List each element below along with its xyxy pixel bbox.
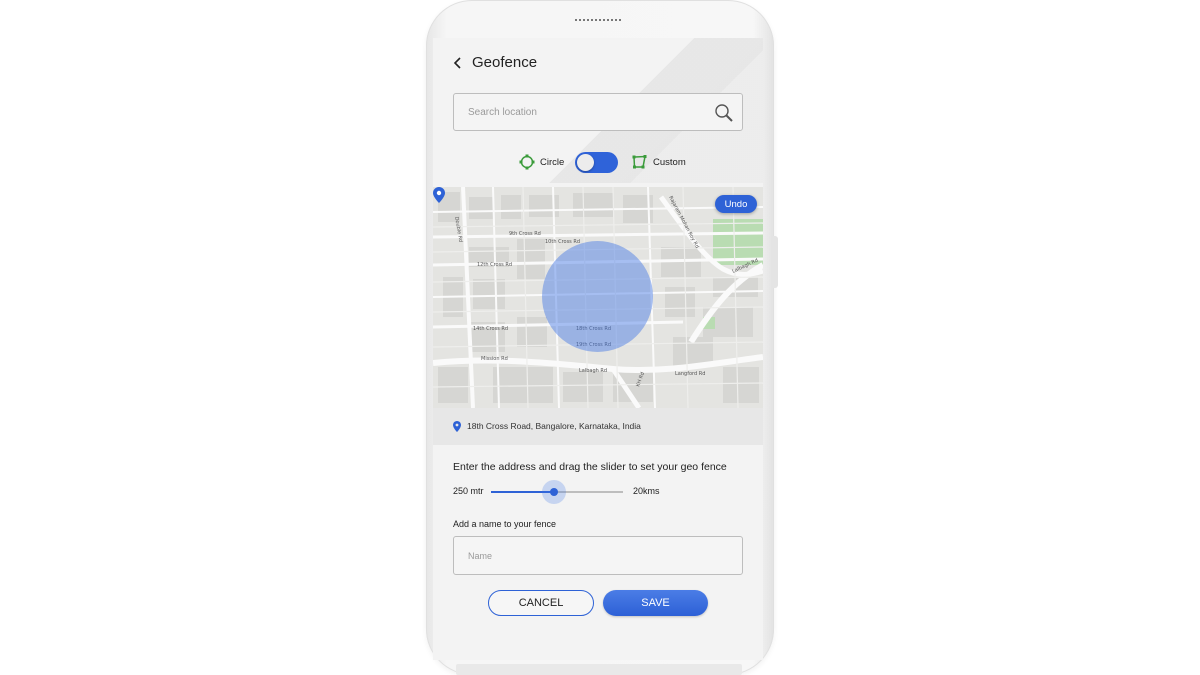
app-header: Geofence [433, 50, 763, 76]
polygon-icon[interactable] [632, 155, 647, 169]
address-bar: 18th Cross Road, Bangalore, Karnataka, I… [433, 408, 763, 445]
custom-option-label[interactable]: Custom [653, 157, 686, 168]
street-label: Mission Rd [481, 356, 508, 362]
street-label: Lalbagh Rd [579, 368, 607, 374]
toggle-knob[interactable] [577, 154, 594, 171]
street-label: 14th Cross Rd [473, 326, 508, 332]
geofence-screen: Geofence Circle Custom [433, 38, 763, 660]
radius-max-label: 20kms [633, 486, 660, 496]
radius-instruction: Enter the address and drag the slider to… [453, 461, 727, 473]
shape-selector: Circle Custom [433, 152, 763, 174]
map-view[interactable]: 9th Cross Rd 10th Cross Rd 12th Cross Rd… [433, 187, 763, 408]
map-pin-icon[interactable] [433, 187, 445, 203]
search-input[interactable] [468, 103, 688, 121]
street-label: Langford Rd [675, 371, 705, 377]
shape-toggle[interactable] [575, 152, 618, 173]
selected-address: 18th Cross Road, Bangalore, Karnataka, I… [467, 421, 641, 431]
phone-side-button [772, 236, 778, 288]
location-pin-icon [453, 421, 461, 432]
search-icon[interactable] [714, 103, 734, 123]
radius-min-label: 250 mtr [453, 486, 484, 496]
save-button[interactable]: SAVE [603, 590, 708, 616]
fence-name-field[interactable] [453, 536, 743, 575]
page-title: Geofence [472, 54, 538, 71]
undo-button[interactable]: Undo [715, 195, 757, 213]
phone-speaker [575, 19, 621, 22]
street-label: 10th Cross Rd [545, 239, 580, 245]
geofence-circle[interactable] [542, 241, 653, 352]
fence-name-label: Add a name to your fence [453, 519, 557, 529]
phone-bottom-edge [456, 664, 742, 675]
search-box[interactable] [453, 93, 743, 131]
fence-name-input[interactable] [468, 548, 718, 564]
circle-target-icon[interactable] [519, 154, 535, 170]
street-label: 12th Cross Rd [477, 262, 512, 268]
chevron-left-icon[interactable] [451, 56, 465, 70]
street-label: 9th Cross Rd [509, 231, 541, 237]
cancel-button[interactable]: CANCEL [488, 590, 594, 616]
circle-option-label[interactable]: Circle [540, 157, 564, 168]
